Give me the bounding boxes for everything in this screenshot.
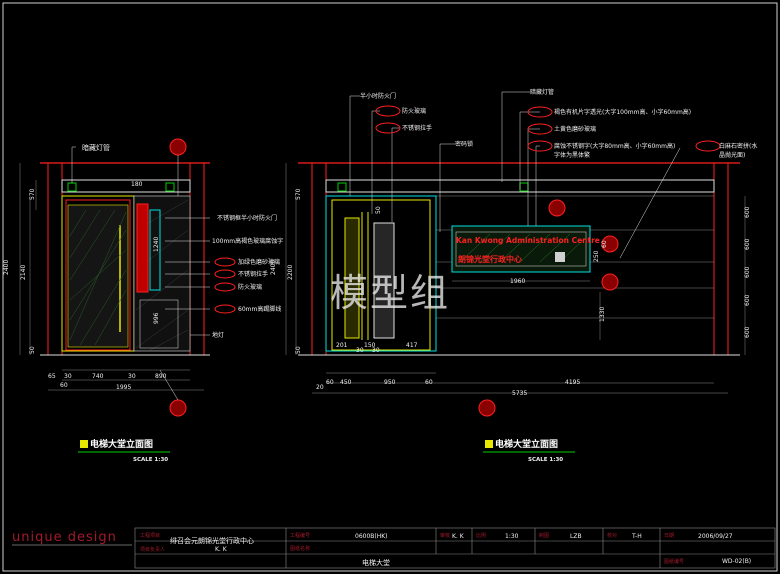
left-dim-h4: 890: [155, 373, 167, 380]
tb-drawn: LZB: [570, 533, 582, 540]
right-dim-v3: 50: [295, 346, 302, 354]
left-dim-h7: 180: [131, 181, 143, 188]
left-dim-h6: 1995: [116, 384, 131, 391]
right-dim-r0: 600: [744, 206, 751, 218]
tb-checked-label: 审核: [440, 532, 450, 539]
left-label-floor-lamp: 地灯: [212, 331, 224, 339]
tb-check2: T-H: [631, 533, 642, 540]
right-label-acrylic: 褐色有机片字透光(大字100mm高、小字60mm高): [554, 108, 691, 116]
right-label-frosted: 土黄色磨砂玻璃: [554, 125, 596, 133]
right-dim-r2: 600: [744, 266, 751, 278]
tb-date-label: 日期: [664, 533, 674, 539]
left-view-scale: SCALE 1:30: [133, 457, 168, 463]
tb-project-no: 0600B(HK): [355, 533, 388, 540]
right-label-lock: 密码锁: [455, 140, 473, 148]
right-label-steel: 腐蚀不锈钢字(大字80mm高、小字60mm高): [554, 142, 675, 150]
right-label-fire-glass: 防火玻璃: [402, 107, 426, 115]
tb-date: 2006/09/27: [698, 533, 733, 540]
tb-drawn-label: 制图: [539, 532, 549, 539]
left-dim-h2: 740: [92, 373, 104, 380]
left-dim-h3: 30: [128, 373, 136, 380]
tb-check2-label: 校对: [607, 532, 617, 539]
left-misc-0: 1240: [153, 237, 160, 252]
right-label-granite-2: 晶抛光面): [719, 151, 745, 159]
right-dim-h0: 201: [336, 342, 348, 349]
tb-drawing-name-label: 图纸名称: [290, 545, 310, 552]
left-label-lamp: 暗藏灯管: [82, 143, 110, 152]
right-label-handle: 不锈钢拉手: [402, 124, 432, 132]
right-dim-r1: 600: [744, 238, 751, 250]
right-dim-h4: 417: [406, 342, 418, 349]
left-dim-v1: 2140: [20, 265, 27, 280]
right-dim-h12: 1960: [510, 278, 525, 285]
right-dim-h1: 30: [356, 347, 364, 354]
right-dim-r3: 600: [744, 294, 751, 306]
tb-designer: K. K: [215, 546, 228, 553]
left-misc-1: 996: [153, 312, 160, 324]
right-dim-v1: 2200: [287, 265, 294, 280]
tb-sheet-no: WD-02(B): [722, 558, 751, 565]
left-label-trim: 60mm高踢脚线: [238, 305, 281, 313]
right-dim-h10: 4195: [565, 379, 580, 386]
tb-designer-label: 项目负责人: [140, 546, 165, 553]
right-view-title: 电梯大堂立面图: [495, 438, 558, 450]
right-misc-1: 60: [601, 240, 608, 248]
right-dim-v2: 570: [295, 188, 302, 200]
right-label-steel-2: 字体为黑体繁: [554, 151, 590, 159]
tb-project-name: 绯召会元朗锦光堂行政中心: [170, 536, 254, 545]
right-dim-h8: 950: [384, 379, 396, 386]
right-misc-0: 250: [593, 250, 600, 262]
tb-project-no-label: 工程编号: [290, 532, 310, 539]
tb-scale-label: 比例: [476, 532, 486, 539]
left-dim-h1: 30: [64, 373, 72, 380]
left-label-fire-glass: 防火玻璃: [238, 283, 262, 291]
left-dim-h0: 65: [48, 373, 56, 380]
right-label-granite: 白麻石密拼(水: [719, 142, 757, 150]
right-dim-r4: 600: [744, 326, 751, 338]
tb-checked: K. K: [452, 533, 465, 540]
left-dim-v2: 570: [29, 188, 36, 200]
right-dim-v0: 2400: [270, 260, 277, 275]
left-dim-v0: 2400: [3, 260, 10, 275]
right-dim-h6: 60: [326, 379, 334, 386]
right-dim-h7: 450: [340, 379, 352, 386]
tb-project-label: 工程项目: [140, 532, 160, 539]
left-view-title: 电梯大堂立面图: [90, 438, 153, 450]
left-dim-v3: 50: [29, 346, 36, 354]
left-label-handle: 不锈钢拉手: [238, 270, 268, 278]
right-label-lamp: 暗藏灯管: [530, 88, 554, 96]
sign-english: Kan Kwong Administration Centre: [456, 236, 600, 245]
tb-drawing-name: 电梯大堂: [362, 558, 390, 567]
left-label-door: 不锈钢框半小时防火门: [217, 214, 277, 222]
right-misc-3: 50: [375, 206, 382, 214]
right-misc-2: 1330: [599, 307, 606, 322]
sign-chinese: 朗锦光堂行政中心: [458, 254, 522, 264]
left-dim-h5: 60: [60, 382, 68, 389]
right-label-door: 半小时防火门: [360, 92, 396, 100]
annotation-layer: 暗藏灯管 不锈钢框半小时防火门 100mm高褐色玻璃腐蚀字 加绿色磨砂玻璃 不锈…: [3, 88, 757, 567]
right-view-scale: SCALE 1:30: [528, 457, 563, 463]
right-dim-h3: 30: [372, 347, 380, 354]
tb-sheet-label: 图纸编号: [664, 558, 684, 565]
right-dim-h11: 5735: [512, 390, 527, 397]
right-dim-h9: 60: [425, 379, 433, 386]
left-label-glass-text: 100mm高褐色玻璃腐蚀字: [212, 237, 283, 245]
tb-scale: 1:30: [505, 533, 519, 540]
right-dim-h5: 20: [316, 384, 324, 391]
